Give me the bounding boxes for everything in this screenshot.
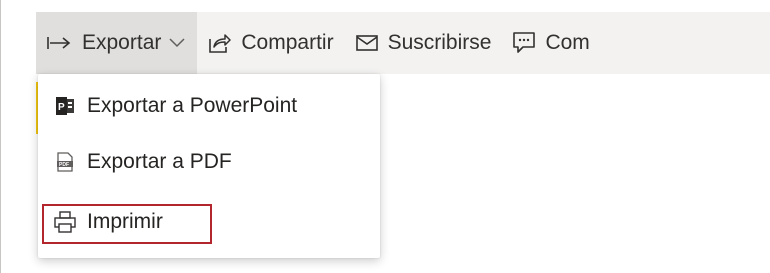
powerpoint-icon: P xyxy=(54,95,76,117)
print-highlight-box xyxy=(42,204,212,244)
export-pdf-item[interactable]: PDF Exportar a PDF xyxy=(38,134,380,190)
report-canvas xyxy=(362,74,770,273)
comments-button[interactable]: Com xyxy=(503,12,601,74)
share-button[interactable]: Compartir xyxy=(197,12,345,74)
export-pdf-label: Exportar a PDF xyxy=(87,150,232,173)
svg-text:PDF: PDF xyxy=(59,162,69,168)
subscribe-button[interactable]: Suscribirse xyxy=(346,12,504,74)
arrow-right-icon xyxy=(46,35,72,51)
export-label: Exportar xyxy=(82,31,162,54)
comment-icon xyxy=(513,32,536,54)
export-powerpoint-label: Exportar a PowerPoint xyxy=(87,94,298,117)
chevron-down-icon xyxy=(169,38,185,48)
report-toolbar: Exportar Compartir Suscribirse Com xyxy=(36,12,770,74)
export-powerpoint-item[interactable]: P Exportar a PowerPoint xyxy=(38,78,380,134)
mail-icon xyxy=(355,35,378,51)
share-icon xyxy=(207,32,232,54)
svg-text:P: P xyxy=(58,102,65,113)
pdf-icon: PDF xyxy=(54,151,76,173)
export-button[interactable]: Exportar xyxy=(36,12,198,74)
share-label: Compartir xyxy=(241,31,334,54)
subscribe-label: Suscribirse xyxy=(387,31,492,54)
comments-label: Com xyxy=(545,31,590,54)
